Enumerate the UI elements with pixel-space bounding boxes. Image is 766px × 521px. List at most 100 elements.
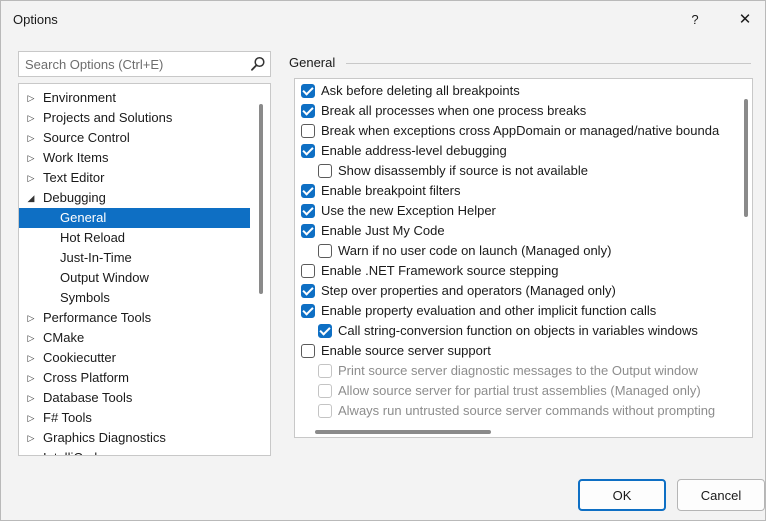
tree-item[interactable]: ▷ Performance Tools bbox=[19, 308, 250, 328]
option-label: Always run untrusted source server comma… bbox=[338, 403, 716, 418]
options-panel: Ask before deleting all breakpoints Break… bbox=[294, 78, 753, 438]
expand-arrow-icon[interactable]: ▷ bbox=[25, 168, 37, 188]
option-label: Break all processes when one process bre… bbox=[321, 103, 587, 118]
tree-item[interactable]: ▷ Projects and Solutions bbox=[19, 108, 250, 128]
option-label: Enable address-level debugging bbox=[321, 143, 507, 158]
expand-arrow-icon[interactable]: ▷ bbox=[25, 108, 37, 128]
checkbox-checked[interactable] bbox=[318, 324, 332, 338]
search-input[interactable] bbox=[19, 52, 245, 76]
expand-arrow-icon[interactable]: ▷ bbox=[25, 308, 37, 328]
checkbox-unchecked[interactable] bbox=[318, 164, 332, 178]
tree-item-label: IntelliCode bbox=[43, 448, 104, 455]
tree-item[interactable]: ▷ IntelliCode bbox=[19, 448, 250, 455]
options-tree: ▷ IntelliCode ▷ Graphics Diagnostics ▷ F# Too… bbox=[18, 83, 271, 456]
tree-item-label: Graphics Diagnostics bbox=[43, 430, 166, 445]
expand-arrow-icon[interactable]: ▷ bbox=[25, 148, 37, 168]
tree-item-label: General bbox=[60, 210, 107, 225]
tree-item[interactable]: ▷ Cross Platform bbox=[19, 368, 250, 388]
ok-button[interactable]: OK bbox=[578, 479, 666, 511]
option-label: Enable .NET Framework source stepping bbox=[321, 263, 559, 278]
tree-item-label: Hot Reload bbox=[60, 230, 126, 245]
checkbox-checked[interactable] bbox=[301, 144, 315, 158]
expand-arrow-icon[interactable]: ▷ bbox=[25, 88, 37, 108]
tree-item[interactable]: ▷ Text Editor bbox=[19, 168, 250, 188]
tree-item[interactable]: Just-In-Time bbox=[19, 248, 250, 268]
checkbox-unchecked bbox=[318, 404, 332, 418]
option-label: Step over properties and operators (Mana… bbox=[321, 283, 616, 298]
option-label: Break when exceptions cross AppDomain or… bbox=[321, 123, 720, 138]
checkbox-checked[interactable] bbox=[301, 284, 315, 298]
checkbox-checked[interactable] bbox=[301, 304, 315, 318]
cancel-button[interactable]: Cancel bbox=[677, 479, 765, 511]
tree-item[interactable]: ▷ Graphics Diagnostics bbox=[19, 428, 250, 448]
tree-item[interactable]: Hot Reload bbox=[19, 228, 250, 248]
checkbox-unchecked[interactable] bbox=[318, 244, 332, 258]
tree-item-label: Debugging bbox=[43, 190, 106, 205]
tree-item-label: Performance Tools bbox=[43, 310, 152, 325]
option-label: Show disassembly if source is not availa… bbox=[338, 163, 589, 178]
panel-vertical-scrollbar-thumb[interactable] bbox=[744, 99, 748, 217]
help-button[interactable]: ? bbox=[681, 9, 709, 31]
tree-item[interactable]: General bbox=[19, 208, 250, 228]
expand-arrow-icon[interactable]: ▷ bbox=[25, 388, 37, 408]
options-dialog: Options ? ✕ ▷ IntelliCode ▷ Graphics Diagno… bbox=[0, 0, 766, 521]
expand-arrow-icon[interactable]: ▷ bbox=[25, 328, 37, 348]
option-label: Enable Just My Code bbox=[321, 223, 445, 238]
tree-scrollbar-thumb[interactable] bbox=[259, 104, 263, 294]
expand-arrow-icon[interactable]: ▷ bbox=[25, 408, 37, 428]
option-label: Enable property evaluation and other imp… bbox=[321, 303, 657, 318]
checkbox-unchecked[interactable] bbox=[301, 124, 315, 138]
tree-item[interactable]: Symbols bbox=[19, 288, 250, 308]
search-box bbox=[18, 51, 271, 77]
tree-item-label: CMake bbox=[43, 330, 85, 345]
checkbox-checked[interactable] bbox=[301, 104, 315, 118]
option-label: Call string-conversion function on objec… bbox=[338, 323, 698, 338]
tree-item-label: Cookiecutter bbox=[43, 350, 116, 365]
tree-item-label: Symbols bbox=[60, 290, 110, 305]
tree-item-label: Cross Platform bbox=[43, 370, 129, 385]
tree-item[interactable]: ▷ F# Tools bbox=[19, 408, 250, 428]
option-label: Use the new Exception Helper bbox=[321, 203, 496, 218]
tree-item[interactable]: ▷ Environment bbox=[19, 88, 250, 108]
checkbox-checked[interactable] bbox=[301, 204, 315, 218]
checkbox-unchecked bbox=[318, 384, 332, 398]
checkbox-unchecked[interactable] bbox=[301, 264, 315, 278]
tree-item[interactable]: Output Window bbox=[19, 268, 250, 288]
checkbox-checked[interactable] bbox=[301, 224, 315, 238]
panel-horizontal-scrollbar-thumb[interactable] bbox=[315, 430, 491, 434]
collapse-arrow-icon[interactable]: ◢ bbox=[25, 188, 37, 208]
expand-arrow-icon[interactable]: ▷ bbox=[25, 368, 37, 388]
tree-item-label: Text Editor bbox=[43, 170, 105, 185]
checkbox-unchecked bbox=[318, 364, 332, 378]
tree-item[interactable]: ▷ CMake bbox=[19, 328, 250, 348]
tree-item-label: F# Tools bbox=[43, 410, 92, 425]
option-label: Warn if no user code on launch (Managed … bbox=[338, 243, 612, 258]
expand-arrow-icon[interactable]: ▷ bbox=[25, 428, 37, 448]
checkbox-unchecked[interactable] bbox=[301, 344, 315, 358]
checkbox-checked[interactable] bbox=[301, 84, 315, 98]
option-label: Enable breakpoint filters bbox=[321, 183, 461, 198]
tree-item-label: Projects and Solutions bbox=[43, 110, 173, 125]
tree-item[interactable]: ▷ Source Control bbox=[19, 128, 250, 148]
close-button[interactable]: ✕ bbox=[731, 9, 759, 31]
tree-item[interactable]: ▷ Database Tools bbox=[19, 388, 250, 408]
expand-arrow-icon[interactable]: ▷ bbox=[25, 448, 37, 455]
option-label: Ask before deleting all breakpoints bbox=[321, 83, 520, 98]
option-label: Enable source server support bbox=[321, 343, 491, 358]
tree-item-label: Just-In-Time bbox=[60, 250, 132, 265]
checkbox-checked[interactable] bbox=[301, 184, 315, 198]
tree-item-label: Environment bbox=[43, 90, 116, 105]
expand-arrow-icon[interactable]: ▷ bbox=[25, 128, 37, 148]
title-bar: Options ? ✕ bbox=[1, 1, 765, 39]
option-label: Allow source server for partial trust as… bbox=[338, 383, 701, 398]
tree-item[interactable]: ◢ Debugging bbox=[19, 188, 250, 208]
expand-arrow-icon[interactable]: ▷ bbox=[25, 348, 37, 368]
tree-item-label: Output Window bbox=[60, 270, 149, 285]
search-icon[interactable] bbox=[249, 55, 267, 73]
option-label: Print source server diagnostic messages … bbox=[338, 363, 698, 378]
tree-item[interactable]: ▷ Cookiecutter bbox=[19, 348, 250, 368]
tree-item[interactable]: ▷ Work Items bbox=[19, 148, 250, 168]
tree-item-label: Database Tools bbox=[43, 390, 133, 405]
group-divider bbox=[346, 63, 751, 64]
tree-item-label: Source Control bbox=[43, 130, 130, 145]
